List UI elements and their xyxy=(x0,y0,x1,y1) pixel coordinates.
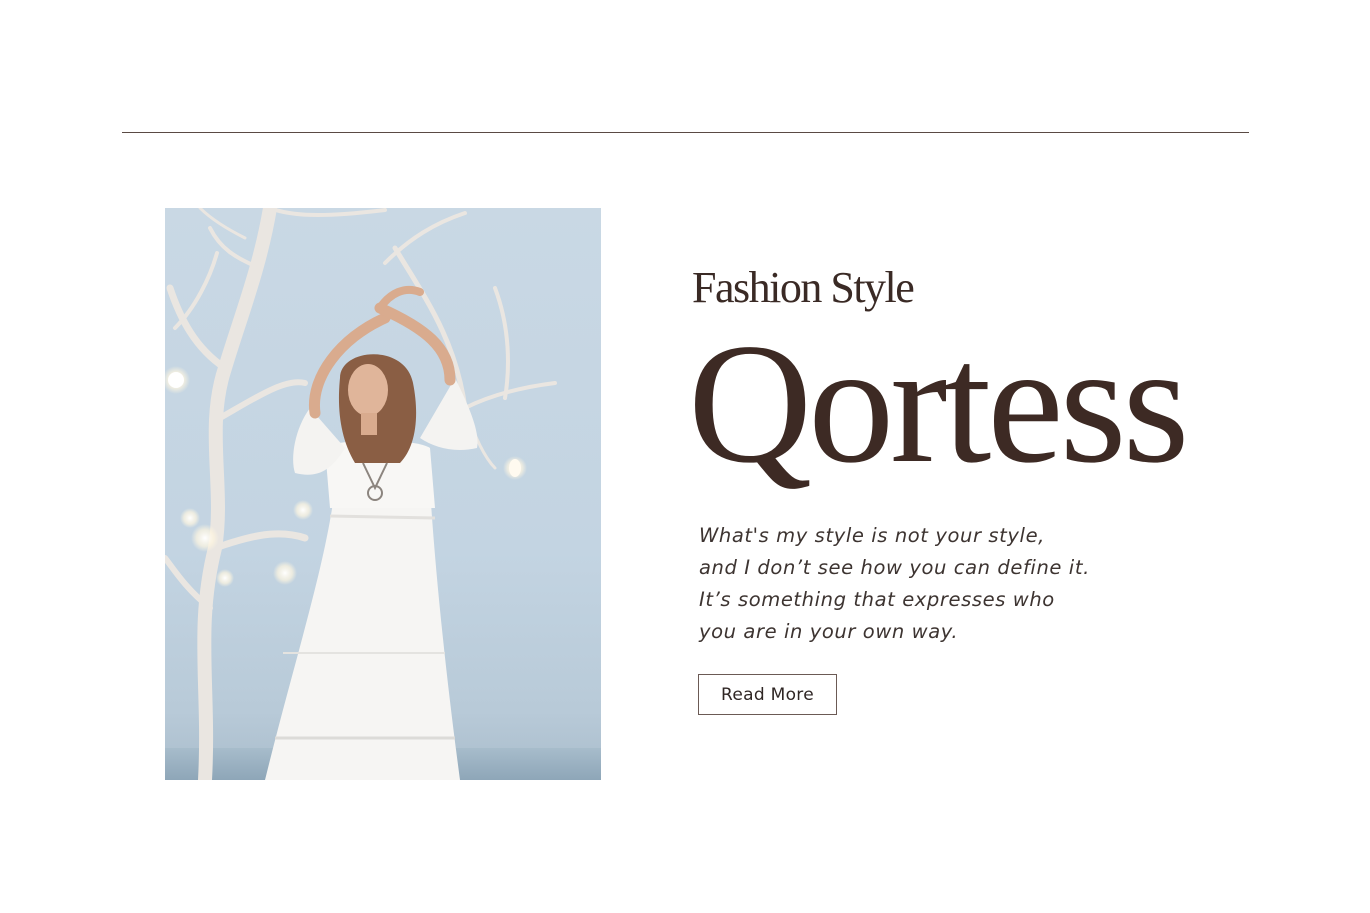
quote-line: you are in your own way. xyxy=(699,620,959,643)
brand-title: Qortess xyxy=(688,309,1189,499)
quote-line: and I don’t see how you can define it. xyxy=(699,556,1090,579)
model-photo xyxy=(165,208,601,780)
quote-line: What's my style is not your style, xyxy=(699,524,1045,547)
top-divider xyxy=(122,132,1249,133)
quote-line: It’s something that expresses who xyxy=(699,588,1055,611)
read-more-label: Read More xyxy=(721,684,814,705)
quote-text: What's my style is not your style, and I… xyxy=(699,520,1219,648)
subtitle: Fashion Style xyxy=(692,263,915,312)
read-more-button[interactable]: Read More xyxy=(698,674,837,715)
